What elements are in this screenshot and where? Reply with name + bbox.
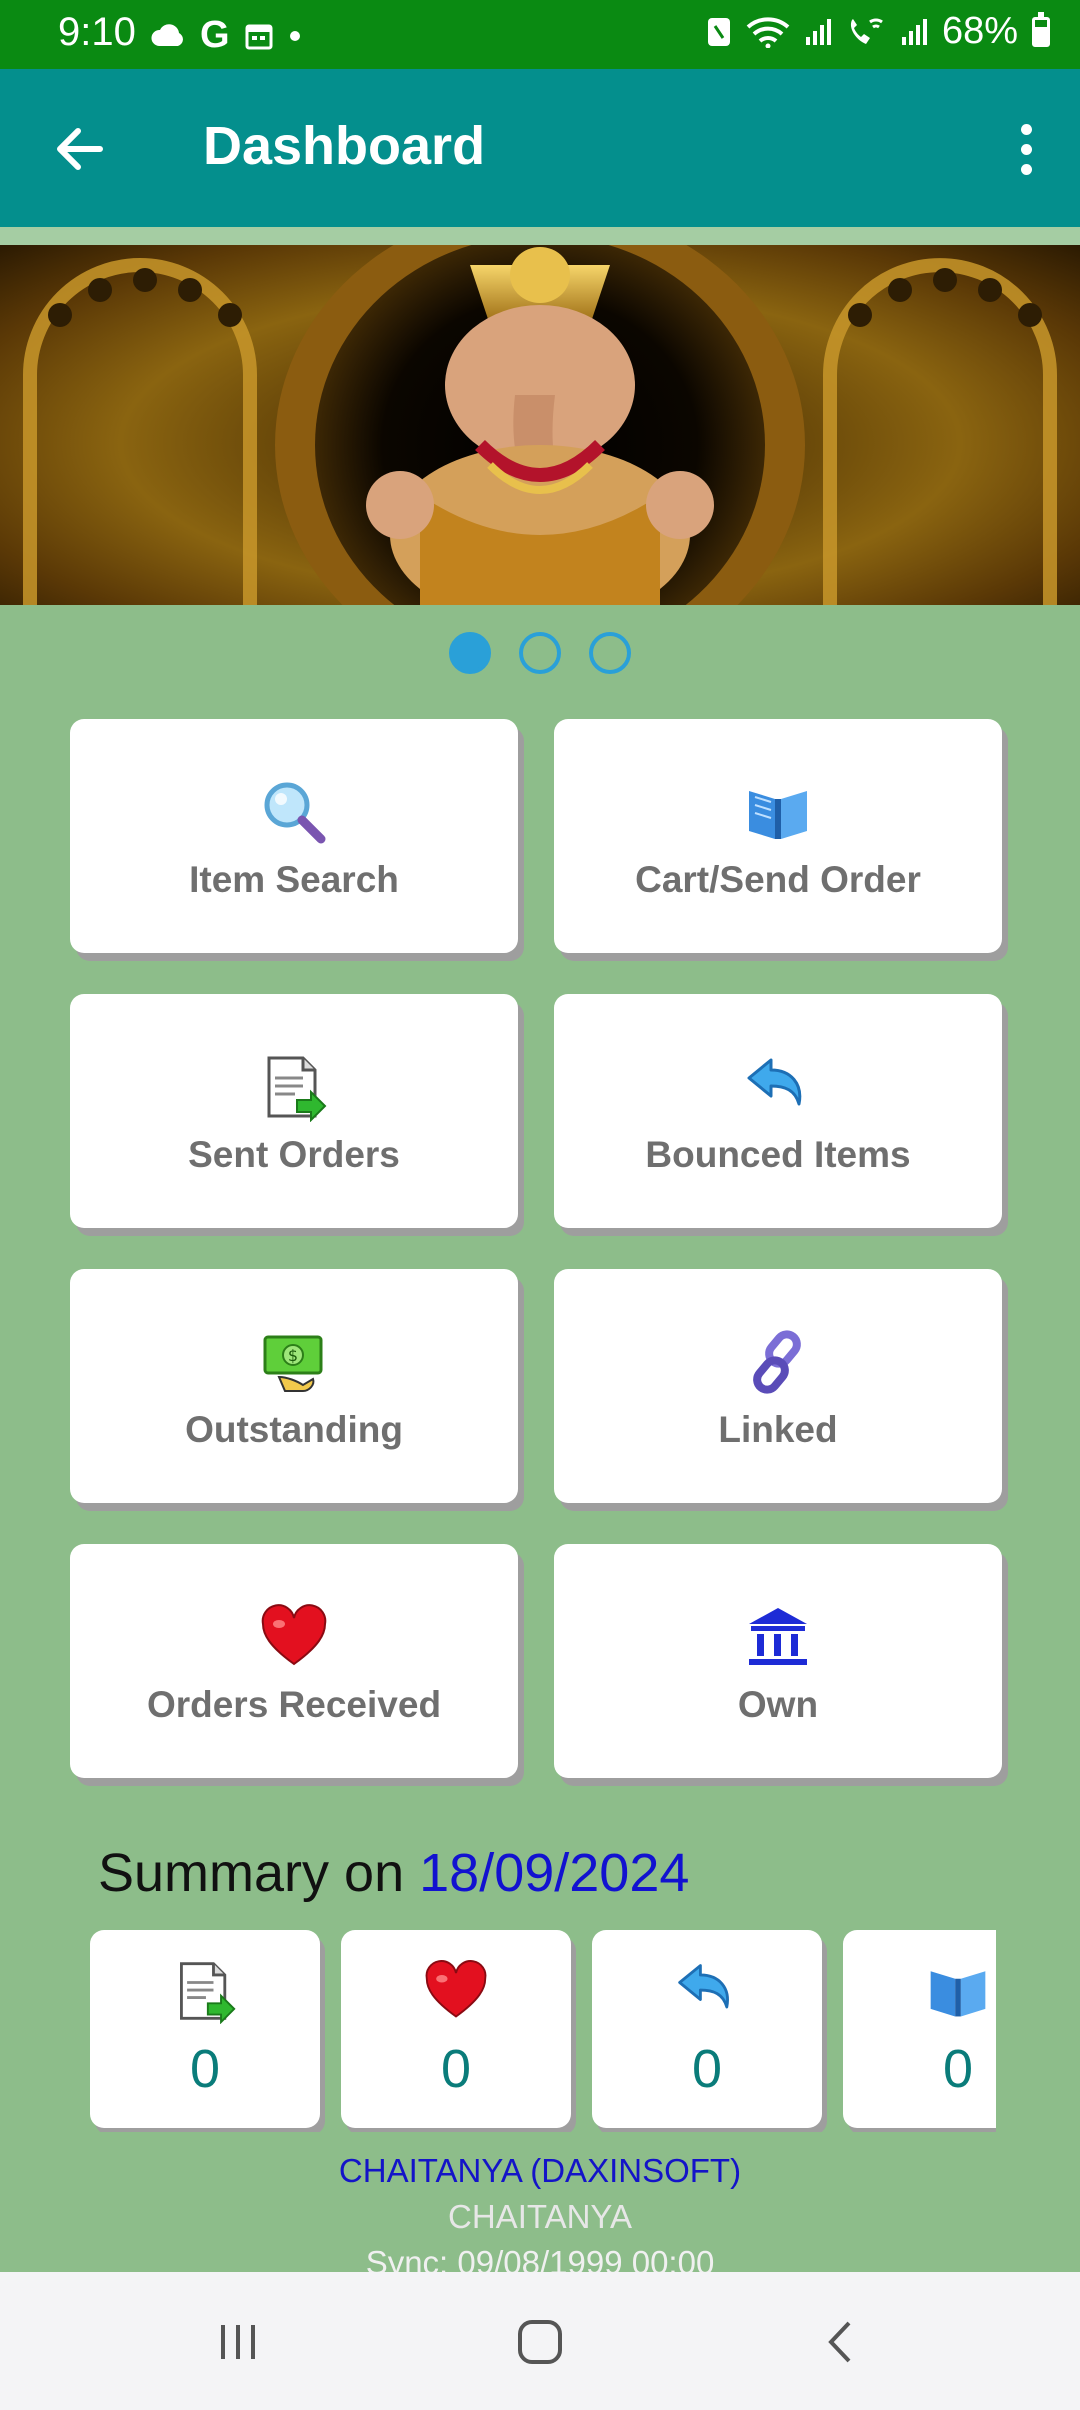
undo-arrow-icon: [743, 1052, 813, 1122]
system-nav-bar: [0, 2272, 1080, 2410]
summary-value: 0: [942, 2039, 974, 2099]
open-book-icon: [925, 1958, 991, 2024]
tile-label: Item Search: [189, 859, 399, 900]
heart-icon: [423, 1958, 489, 2024]
wifi-icon: [746, 16, 790, 48]
nfc-icon: [707, 17, 730, 46]
tile-bounced-items[interactable]: Bounced Items: [554, 994, 1002, 1228]
tile-label: Outstanding: [185, 1409, 403, 1450]
magnifier-icon: [259, 777, 329, 847]
banner-carousel[interactable]: [0, 245, 1080, 605]
user-name: CHAITANYA: [448, 2198, 632, 2235]
carousel-dot-3[interactable]: [589, 632, 631, 674]
summary-value: 0: [691, 2039, 723, 2099]
tile-cart-send-order[interactable]: Cart/Send Order: [554, 719, 1002, 953]
summary-value: 0: [440, 2039, 472, 2099]
account-name: CHAITANYA (DAXINSOFT): [338, 2152, 742, 2189]
signal-icon: [805, 18, 831, 45]
battery-percent: 68%: [941, 10, 1018, 52]
undo-arrow-icon: [674, 1958, 740, 2024]
tile-own[interactable]: Own: [554, 1544, 1002, 1778]
money-icon: $: [259, 1327, 329, 1397]
more-vertical-icon[interactable]: [996, 109, 1056, 189]
tile-label: Own: [737, 1684, 819, 1725]
summary-date: 18/09/2024: [419, 1843, 690, 1903]
wifi-calling-icon: [850, 18, 883, 44]
calendar-icon: [245, 24, 273, 49]
svg-text:$: $: [288, 1346, 298, 1365]
open-book-icon: [743, 777, 813, 847]
tile-linked[interactable]: Linked: [554, 1269, 1002, 1503]
recent-apps-icon[interactable]: [188, 2302, 288, 2382]
carousel-indicator: [0, 632, 1080, 674]
carousel-dot-1[interactable]: [449, 632, 491, 674]
summary-card-bounced-items[interactable]: 0: [592, 1930, 822, 2128]
chain-link-icon: [743, 1327, 813, 1397]
summary-label: Summary on: [98, 1843, 405, 1903]
google-icon: G: [200, 14, 230, 56]
signal-icon: [901, 18, 927, 45]
tile-orders-received[interactable]: Orders Received: [70, 1544, 518, 1778]
dot-icon: [289, 30, 300, 41]
summary-cards[interactable]: 0 0 0 0: [90, 1930, 996, 2132]
tile-label: Cart/Send Order: [635, 859, 921, 900]
summary-value: 0: [189, 2039, 221, 2099]
bank-icon: [743, 1602, 813, 1672]
tile-outstanding[interactable]: $ Outstanding: [70, 1269, 518, 1503]
ganesha-banner-image: [23, 245, 1057, 605]
page-title: Dashboard: [203, 116, 486, 176]
tile-sent-orders[interactable]: Sent Orders: [70, 994, 518, 1228]
summary-card-cart[interactable]: 0: [843, 1930, 996, 2128]
battery-icon: [1032, 11, 1050, 47]
summary-card-sent-orders[interactable]: 0: [90, 1930, 320, 2128]
status-time: 9:10: [58, 10, 136, 54]
document-send-icon: [172, 1958, 238, 2024]
summary-card-orders-received[interactable]: 0: [341, 1930, 571, 2128]
app-bar-divider: [0, 227, 1080, 245]
status-right-icons: 68%: [706, 10, 1050, 53]
home-icon[interactable]: [490, 2302, 590, 2382]
document-send-icon: [259, 1052, 329, 1122]
status-left-icons: G: [150, 14, 302, 57]
tile-label: Bounced Items: [645, 1134, 911, 1175]
tile-label: Sent Orders: [188, 1134, 400, 1175]
status-bar: 9:10 G 68%: [0, 0, 1080, 69]
tile-item-search[interactable]: Item Search: [70, 719, 518, 953]
heart-icon: [259, 1602, 329, 1672]
summary-heading: Summary on 18/09/2024: [98, 1842, 689, 1904]
back-arrow-icon[interactable]: [48, 117, 112, 181]
carousel-dot-2[interactable]: [519, 632, 561, 674]
tile-label: Orders Received: [146, 1684, 442, 1725]
app-bar: Dashboard: [0, 69, 1080, 227]
back-icon[interactable]: [792, 2302, 892, 2382]
tile-label: Linked: [718, 1409, 838, 1450]
cloud-icon: [151, 23, 183, 46]
